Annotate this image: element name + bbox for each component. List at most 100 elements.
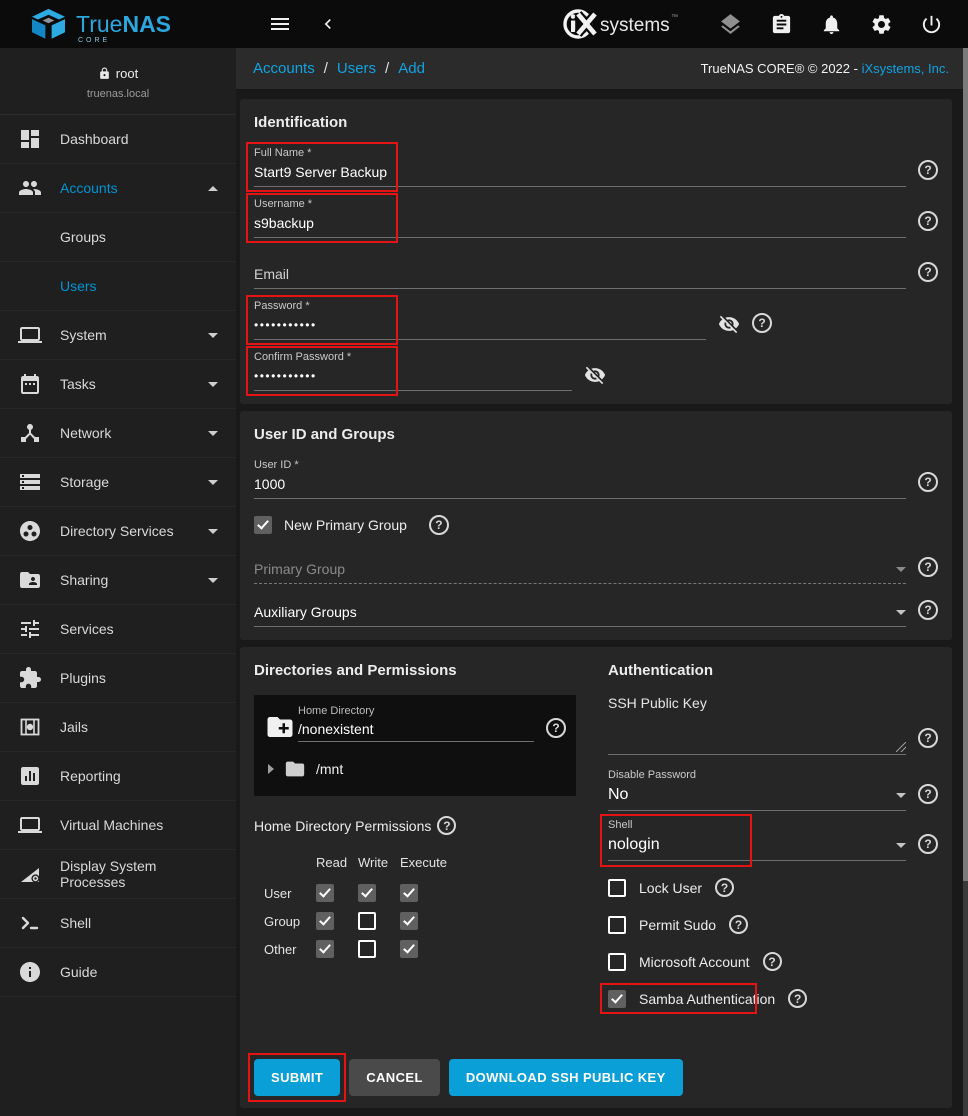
shell-select[interactable]: Shell nologin xyxy=(608,819,906,861)
truenas-logo-icon xyxy=(30,8,67,41)
sidebar-item-groups[interactable]: Groups xyxy=(0,213,236,262)
new-primary-group-label: New Primary Group xyxy=(284,517,407,533)
permission-checkbox-user-read[interactable] xyxy=(316,884,334,902)
help-icon[interactable]: ? xyxy=(918,262,938,282)
permissions-column-read: Read xyxy=(316,855,358,870)
resize-grip-icon[interactable] xyxy=(896,742,906,752)
username-field[interactable]: Username * s9backup xyxy=(254,198,906,238)
sidebar-item-display-system-processes[interactable]: Display System Processes xyxy=(0,850,236,899)
download-ssh-key-button[interactable]: DOWNLOAD SSH PUBLIC KEY xyxy=(449,1059,683,1096)
menu-icon[interactable] xyxy=(264,8,296,40)
sidebar-item-label: Users xyxy=(60,278,97,294)
disable-password-select[interactable]: Disable Password No xyxy=(608,769,906,811)
auxiliary-groups-select[interactable]: Auxiliary Groups xyxy=(254,600,906,627)
full-name-field[interactable]: Full Name * Start9 Server Backup xyxy=(254,147,906,187)
sidebar-item-sharing[interactable]: Sharing xyxy=(0,556,236,605)
help-icon[interactable]: ? xyxy=(729,915,748,934)
password-field[interactable]: Password * ••••••••••• xyxy=(254,300,706,340)
truenas-app: TrueNAS CORE systems ™ xyxy=(0,0,968,1116)
breadcrumb-link-accounts[interactable]: Accounts xyxy=(253,60,315,77)
permission-checkbox-other-read[interactable] xyxy=(316,940,334,958)
sidebar-item-plugins[interactable]: Plugins xyxy=(0,654,236,703)
visibility-off-icon[interactable] xyxy=(718,313,740,335)
help-icon[interactable]: ? xyxy=(918,211,938,231)
sidebar-item-reporting[interactable]: Reporting xyxy=(0,752,236,801)
sidebar-item-label: Virtual Machines xyxy=(60,817,163,833)
permit-sudo-checkbox[interactable] xyxy=(608,916,626,934)
confirm-password-label: Confirm Password * xyxy=(254,351,572,364)
sidebar-item-directory-services[interactable]: Directory Services xyxy=(0,507,236,556)
samba-authentication-checkbox[interactable] xyxy=(608,990,626,1008)
help-icon[interactable]: ? xyxy=(918,472,938,492)
sidebar-item-network[interactable]: Network xyxy=(0,409,236,458)
sidebar-item-system[interactable]: System xyxy=(0,311,236,360)
help-icon[interactable]: ? xyxy=(429,515,449,535)
home-directory-panel: Home Directory /nonexistent ? xyxy=(254,695,576,796)
sidebar-item-storage[interactable]: Storage xyxy=(0,458,236,507)
sidebar-item-virtual-machines[interactable]: Virtual Machines xyxy=(0,801,236,850)
sidebar-item-guide[interactable]: Guide xyxy=(0,948,236,997)
permission-checkbox-user-execute[interactable] xyxy=(400,884,418,902)
sidebar-item-accounts[interactable]: Accounts xyxy=(0,164,236,213)
help-icon[interactable]: ? xyxy=(715,878,734,897)
help-icon[interactable]: ? xyxy=(763,952,782,971)
tree-expand-icon[interactable] xyxy=(268,764,274,774)
home-directory-field[interactable]: Home Directory /nonexistent xyxy=(298,705,534,742)
user-id-field[interactable]: User ID * 1000 xyxy=(254,459,906,499)
scrollbar[interactable] xyxy=(963,48,968,1116)
help-icon[interactable]: ? xyxy=(918,728,938,748)
breadcrumb-link-add[interactable]: Add xyxy=(398,60,425,77)
settings-gear-icon[interactable] xyxy=(870,13,893,36)
notifications-bell-icon[interactable] xyxy=(820,13,843,36)
sidebar-item-label: Accounts xyxy=(60,180,118,196)
help-icon[interactable]: ? xyxy=(918,784,938,804)
permission-checkbox-other-execute[interactable] xyxy=(400,940,418,958)
permission-checkbox-user-write[interactable] xyxy=(358,884,376,902)
truenas-logo[interactable]: TrueNAS CORE xyxy=(0,8,236,41)
help-icon[interactable]: ? xyxy=(752,313,772,333)
create-folder-icon[interactable] xyxy=(264,712,296,742)
help-icon[interactable]: ? xyxy=(918,557,938,577)
permission-checkbox-group-execute[interactable] xyxy=(400,912,418,930)
help-icon[interactable]: ? xyxy=(918,834,938,854)
permission-checkbox-other-write[interactable] xyxy=(358,940,376,958)
primary-group-select[interactable]: Primary Group xyxy=(254,557,906,584)
copyright-link[interactable]: iXsystems, Inc. xyxy=(862,61,949,76)
help-icon[interactable]: ? xyxy=(437,816,456,835)
scrollbar-thumb[interactable] xyxy=(963,48,968,881)
folder-icon xyxy=(283,758,307,780)
microsoft-account-checkbox[interactable] xyxy=(608,953,626,971)
confirm-password-field[interactable]: Confirm Password * ••••••••••• xyxy=(254,351,572,391)
task-manager-clipboard-icon[interactable] xyxy=(770,13,793,36)
visibility-off-icon[interactable] xyxy=(584,364,606,386)
new-primary-group-checkbox[interactable] xyxy=(254,516,272,534)
submit-button[interactable]: SUBMIT xyxy=(254,1059,340,1096)
email-placeholder: Email xyxy=(254,266,289,282)
lock-user-checkbox[interactable] xyxy=(608,879,626,897)
sidebar-item-jails[interactable]: Jails xyxy=(0,703,236,752)
truecommand-layers-icon[interactable] xyxy=(718,12,743,37)
sidebar-item-tasks[interactable]: Tasks xyxy=(0,360,236,409)
help-icon[interactable]: ? xyxy=(918,600,938,620)
cancel-button[interactable]: CANCEL xyxy=(349,1059,440,1096)
sidebar-item-services[interactable]: Services xyxy=(0,605,236,654)
email-field[interactable]: Email xyxy=(254,249,906,289)
tree-item-mnt[interactable]: /mnt xyxy=(264,742,566,782)
help-icon[interactable]: ? xyxy=(918,160,938,180)
sidebar-item-label: Shell xyxy=(60,915,91,931)
chevron-down-icon xyxy=(208,578,218,583)
ssh-public-key-textarea[interactable] xyxy=(608,711,906,755)
sidebar-item-dashboard[interactable]: Dashboard xyxy=(0,115,236,164)
checkbox-row-samba-authentication: Samba Authentication? xyxy=(608,980,938,1017)
permission-checkbox-group-read[interactable] xyxy=(316,912,334,930)
sidebar-item-users[interactable]: Users xyxy=(0,262,236,311)
help-icon[interactable]: ? xyxy=(788,989,807,1008)
sidebar-item-label: Dashboard xyxy=(60,131,129,147)
back-chevron-icon[interactable] xyxy=(314,10,342,38)
ixsystems-logo[interactable]: systems ™ xyxy=(562,6,680,42)
permission-checkbox-group-write[interactable] xyxy=(358,912,376,930)
sidebar-item-shell[interactable]: Shell xyxy=(0,899,236,948)
help-icon[interactable]: ? xyxy=(546,718,566,738)
power-icon[interactable] xyxy=(920,13,943,36)
breadcrumb-link-users[interactable]: Users xyxy=(337,60,376,77)
